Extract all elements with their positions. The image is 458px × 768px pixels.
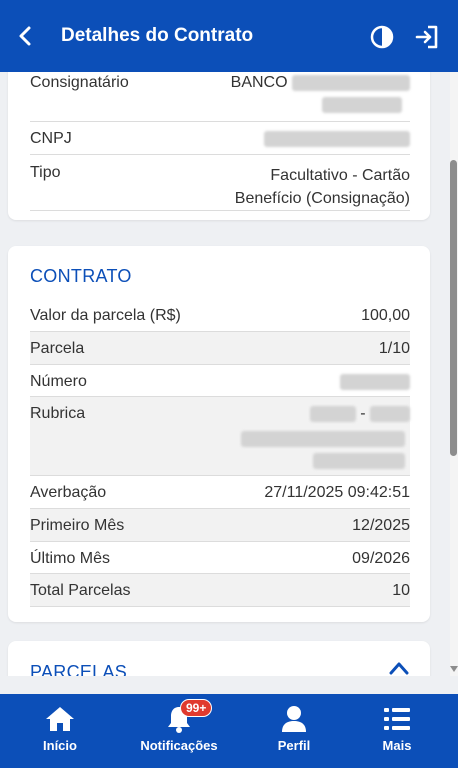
chevron-up-icon[interactable] — [389, 661, 409, 676]
tipo-row: Tipo Facultativo - Cartão Benefício (Con… — [30, 164, 410, 210]
redacted-bank-name-line2 — [322, 96, 402, 114]
numero-label: Número — [30, 373, 87, 390]
ultimo-mes-label: Último Mês — [30, 550, 111, 567]
consignatario-row: Consignatário BANCO — [30, 74, 410, 92]
numero-row: Número — [30, 373, 410, 391]
cnpj-row: CNPJ — [30, 130, 410, 148]
parcela-label: Parcela — [30, 340, 85, 357]
parcelas-section-title: PARCELAS — [30, 662, 128, 676]
bottom-navigation: Início 99+ Notificações Perfil Mais — [0, 694, 458, 768]
divider — [30, 606, 410, 607]
total-parcelas-value: 10 — [392, 582, 410, 599]
tipo-value: Facultativo - Cartão Benefício (Consigna… — [235, 164, 410, 210]
total-parcelas-label: Total Parcelas — [30, 582, 131, 599]
divider — [30, 541, 410, 542]
parcelas-card[interactable]: PARCELAS — [8, 641, 430, 676]
menu-list-icon — [382, 705, 412, 733]
bell-icon: 99+ — [164, 699, 213, 733]
consignatario-card: Consignatário BANCO CNPJ Tipo Facultativ… — [8, 72, 430, 220]
divider — [30, 121, 410, 122]
valor-parcela-row: Valor da parcela (R$) 100,00 — [30, 307, 410, 325]
home-icon — [45, 705, 75, 733]
parcela-value: 1/10 — [378, 340, 410, 357]
rubrica-separator: - — [360, 405, 366, 422]
nav-notificacoes[interactable]: 99+ Notificações — [136, 694, 222, 768]
user-icon — [279, 705, 309, 733]
cnpj-label: CNPJ — [30, 130, 72, 147]
page-title: Detalhes do Contrato — [61, 25, 254, 46]
redacted-rubrica-part — [370, 405, 410, 422]
divider — [30, 364, 410, 365]
contrast-toggle-icon[interactable] — [370, 25, 394, 49]
scroll-down-arrow-icon[interactable] — [450, 660, 458, 672]
redacted-bank-name — [292, 74, 410, 91]
divider — [30, 475, 410, 476]
valor-parcela-value: 100,00 — [361, 307, 410, 324]
consignatario-label: Consignatário — [30, 74, 129, 91]
averbacao-label: Averbação — [30, 484, 107, 501]
contrato-card: CONTRATO Valor da parcela (R$) 100,00 Pa… — [8, 246, 430, 622]
valor-parcela-label: Valor da parcela (R$) — [30, 307, 181, 324]
nav-inicio[interactable]: Início — [30, 694, 90, 768]
nav-mais[interactable]: Mais — [367, 694, 427, 768]
redacted-rubrica-line2 — [241, 430, 405, 448]
tipo-value-line1: Facultativo - Cartão — [270, 167, 410, 184]
back-arrow-icon[interactable] — [14, 24, 36, 48]
nav-inicio-label: Início — [43, 738, 77, 753]
averbacao-value: 27/11/2025 09:42:51 — [264, 484, 410, 501]
redacted-rubrica-code — [309, 405, 356, 422]
contrato-section-title: CONTRATO — [30, 266, 132, 286]
averbacao-row: Averbação 27/11/2025 09:42:51 — [30, 484, 410, 502]
divider — [30, 210, 410, 211]
primeiro-mes-label: Primeiro Mês — [30, 517, 125, 534]
notification-badge: 99+ — [180, 699, 213, 717]
tipo-value-line2: Benefício (Consignação) — [234, 190, 410, 207]
tipo-label: Tipo — [30, 164, 61, 181]
redacted-numero — [340, 373, 410, 390]
scrollbar-thumb[interactable] — [450, 160, 457, 456]
rubrica-label: Rubrica — [30, 405, 86, 422]
consignatario-value-prefix: BANCO — [230, 74, 288, 91]
app-bar: Detalhes do Contrato — [0, 0, 458, 72]
nav-notificacoes-label: Notificações — [140, 738, 218, 753]
nav-mais-label: Mais — [382, 738, 412, 753]
primeiro-mes-value: 12/2025 — [352, 517, 410, 534]
content-scroll-area[interactable]: Consignatário BANCO CNPJ Tipo Facultativ… — [0, 72, 458, 676]
nav-perfil-label: Perfil — [277, 738, 311, 753]
ultimo-mes-value: 09/2026 — [352, 550, 410, 567]
consignatario-value: BANCO — [231, 74, 410, 92]
redacted-rubrica-line3 — [313, 452, 405, 470]
primeiro-mes-row: Primeiro Mês 12/2025 — [30, 517, 410, 535]
total-parcelas-row: Total Parcelas 10 — [30, 582, 410, 600]
parcela-row: Parcela 1/10 — [30, 340, 410, 358]
logout-icon[interactable] — [414, 24, 440, 50]
divider — [30, 154, 410, 155]
ultimo-mes-row: Último Mês 09/2026 — [30, 550, 410, 568]
redacted-cnpj — [264, 130, 410, 147]
rubrica-row: Rubrica - — [30, 405, 410, 423]
nav-perfil[interactable]: Perfil — [264, 694, 324, 768]
